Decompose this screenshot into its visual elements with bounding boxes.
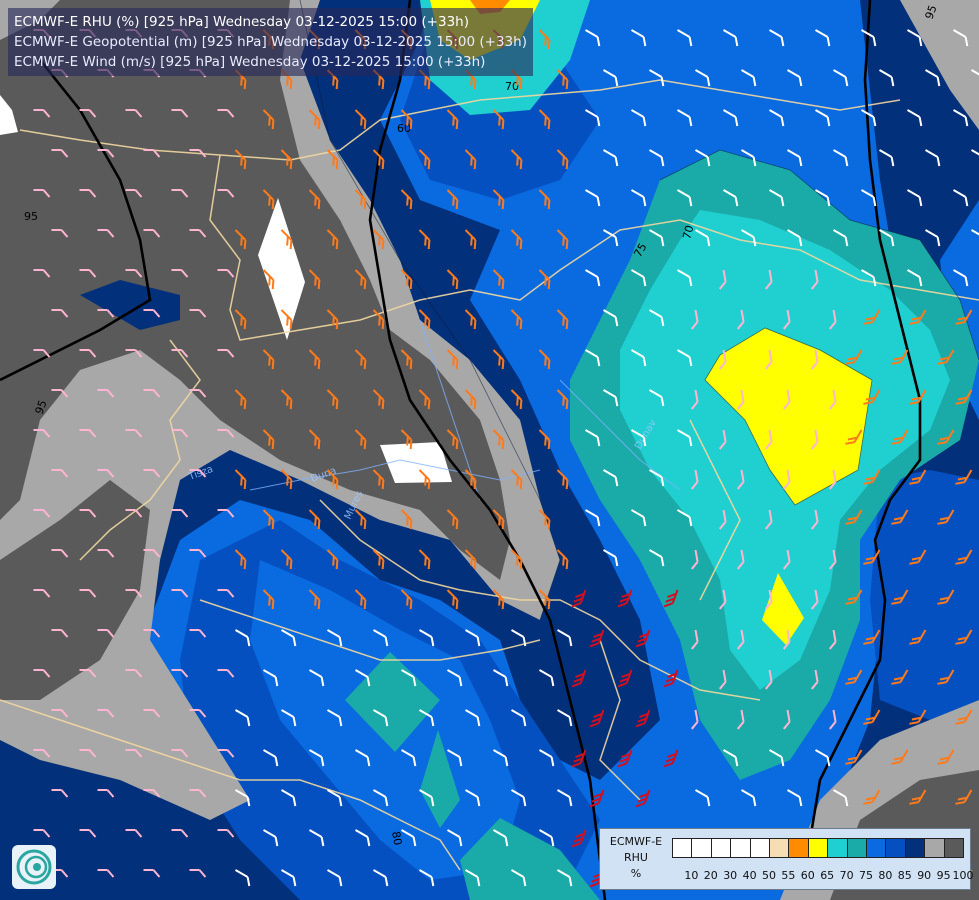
legend-swatch <box>730 838 751 858</box>
title-wind: ECMWF-E Wind (m/s) [925 hPa] Wednesday 0… <box>14 54 486 70</box>
legend-swatch <box>827 838 848 858</box>
legend-swatch <box>749 838 770 858</box>
legend-tick-label: 100 <box>952 869 974 882</box>
legend-swatch <box>885 838 906 858</box>
legend-unit: % <box>630 867 642 880</box>
contour-label-95: 95 <box>24 210 38 223</box>
legend-swatch <box>710 838 732 858</box>
legend-swatch <box>924 838 945 858</box>
legend-swatch <box>807 838 829 858</box>
legend-swatch <box>691 838 712 858</box>
weather-map: 70 75 80 95 60 70 95 95 Tisza Duna Dunav… <box>0 0 979 900</box>
map-title-box: ECMWF-E RHU (%) [925 hPa] Wednesday 03-1… <box>8 8 533 76</box>
title-geopotential: ECMWF-E Geopotential (m) [925 hPa] Wedne… <box>14 34 527 50</box>
legend-swatch <box>904 838 926 858</box>
geopotential-label-60: 60 <box>397 122 411 135</box>
legend-variable: RHU <box>624 851 648 864</box>
legend-model: ECMWF-E <box>609 835 663 848</box>
contour-label-80: 80 <box>389 830 404 846</box>
legend-swatch <box>788 838 809 858</box>
logo-swirl-icon <box>16 849 52 885</box>
provider-logo <box>12 845 56 889</box>
legend-swatch <box>846 838 867 858</box>
title-rhu: ECMWF-E RHU (%) [925 hPa] Wednesday 03-1… <box>14 14 469 30</box>
legend-swatch <box>672 838 693 858</box>
legend-swatch <box>866 838 887 858</box>
legend-swatch <box>769 838 790 858</box>
legend-swatch <box>943 838 964 858</box>
rhu-legend: ECMWF-E RHU % 10 20 30 40 50 55 60 65 70 75 80 85 90… <box>599 828 974 890</box>
